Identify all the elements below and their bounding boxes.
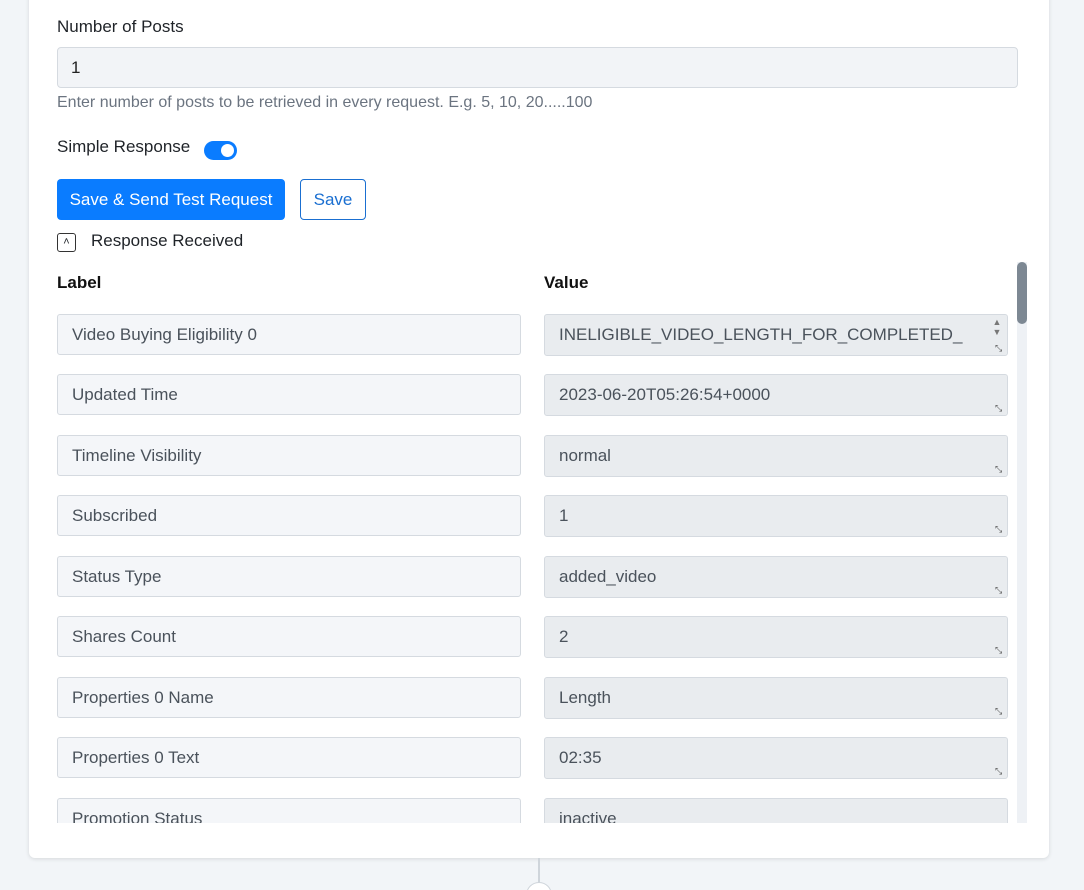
row-value-text: 1: [559, 506, 569, 525]
row-label[interactable]: Status Type: [57, 556, 521, 597]
spinner-icon[interactable]: ▲ ▼: [990, 317, 1004, 337]
scrollbar-thumb[interactable]: [1017, 262, 1027, 324]
response-row: Promotion Status inactive: [57, 798, 1017, 823]
row-value[interactable]: 02:35 ⤡: [544, 737, 1008, 779]
configuration-card: Number of Posts 1 Enter number of posts …: [29, 0, 1049, 858]
response-row: Shares Count 2 ⤡: [57, 616, 1017, 658]
scrollbar-track[interactable]: [1017, 262, 1027, 823]
value-column-header: Value: [544, 273, 589, 292]
resize-grip-icon[interactable]: ⤡: [995, 343, 1005, 353]
response-row: Video Buying Eligibility 0 INELIGIBLE_VI…: [57, 314, 1017, 356]
flow-connector-line: [538, 858, 540, 884]
row-value[interactable]: 2023-06-20T05:26:54+0000 ⤡: [544, 374, 1008, 416]
row-label[interactable]: Updated Time: [57, 374, 521, 415]
save-send-test-request-button[interactable]: Save & Send Test Request: [57, 179, 285, 220]
number-of-posts-label: Number of Posts: [57, 17, 184, 36]
response-row: Properties 0 Name Length ⤡: [57, 677, 1017, 719]
flow-next-node[interactable]: [526, 882, 552, 890]
row-value[interactable]: INELIGIBLE_VIDEO_LENGTH_FOR_COMPLETED_ ▲…: [544, 314, 1008, 356]
row-value-text: 2023-06-20T05:26:54+0000: [559, 385, 771, 404]
resize-grip-icon[interactable]: ⤡: [995, 464, 1005, 474]
response-row: Updated Time 2023-06-20T05:26:54+0000 ⤡: [57, 374, 1017, 416]
row-value-text: 02:35: [559, 748, 602, 767]
resize-grip-icon[interactable]: ⤡: [995, 706, 1005, 716]
response-received-title: Response Received: [91, 231, 244, 250]
resize-grip-icon[interactable]: ⤡: [995, 766, 1005, 776]
row-label[interactable]: Properties 0 Name: [57, 677, 521, 718]
label-column-header: Label: [57, 273, 102, 292]
resize-grip-icon[interactable]: ⤡: [995, 585, 1005, 595]
row-value[interactable]: normal ⤡: [544, 435, 1008, 477]
row-value-text: added_video: [559, 567, 657, 586]
response-row: Properties 0 Text 02:35 ⤡: [57, 737, 1017, 779]
row-value[interactable]: 2 ⤡: [544, 616, 1008, 658]
response-rows: Video Buying Eligibility 0 INELIGIBLE_VI…: [57, 308, 1017, 823]
collapse-response-button[interactable]: ˄: [57, 233, 76, 252]
row-value[interactable]: Length ⤡: [544, 677, 1008, 719]
row-value-text: Length: [559, 688, 611, 707]
row-label[interactable]: Subscribed: [57, 495, 521, 536]
row-value[interactable]: inactive: [544, 798, 1008, 823]
resize-grip-icon[interactable]: ⤡: [995, 524, 1005, 534]
row-value[interactable]: 1 ⤡: [544, 495, 1008, 537]
simple-response-label: Simple Response: [57, 137, 191, 156]
save-button[interactable]: Save: [300, 179, 366, 220]
response-row: Subscribed 1 ⤡: [57, 495, 1017, 537]
row-value-text: INELIGIBLE_VIDEO_LENGTH_FOR_COMPLETED_: [559, 325, 963, 344]
response-row: Timeline Visibility normal ⤡: [57, 435, 1017, 477]
row-value[interactable]: added_video ⤡: [544, 556, 1008, 598]
simple-response-toggle[interactable]: [204, 141, 237, 160]
row-label[interactable]: Shares Count: [57, 616, 521, 657]
row-label[interactable]: Video Buying Eligibility 0: [57, 314, 521, 355]
row-label[interactable]: Promotion Status: [57, 798, 521, 823]
row-value-text: 2: [559, 627, 569, 646]
resize-grip-icon[interactable]: ⤡: [995, 645, 1005, 655]
resize-grip-icon[interactable]: ⤡: [995, 403, 1005, 413]
row-label[interactable]: Properties 0 Text: [57, 737, 521, 778]
toggle-knob: [221, 144, 234, 157]
row-value-text: normal: [559, 446, 611, 465]
response-row: Status Type added_video ⤡: [57, 556, 1017, 598]
row-label[interactable]: Timeline Visibility: [57, 435, 521, 476]
row-value-text: inactive: [559, 809, 617, 823]
chevron-up-icon: ˄: [63, 236, 70, 248]
number-of-posts-hint: Enter number of posts to be retrieved in…: [57, 94, 593, 111]
number-of-posts-input[interactable]: 1: [57, 47, 1018, 88]
